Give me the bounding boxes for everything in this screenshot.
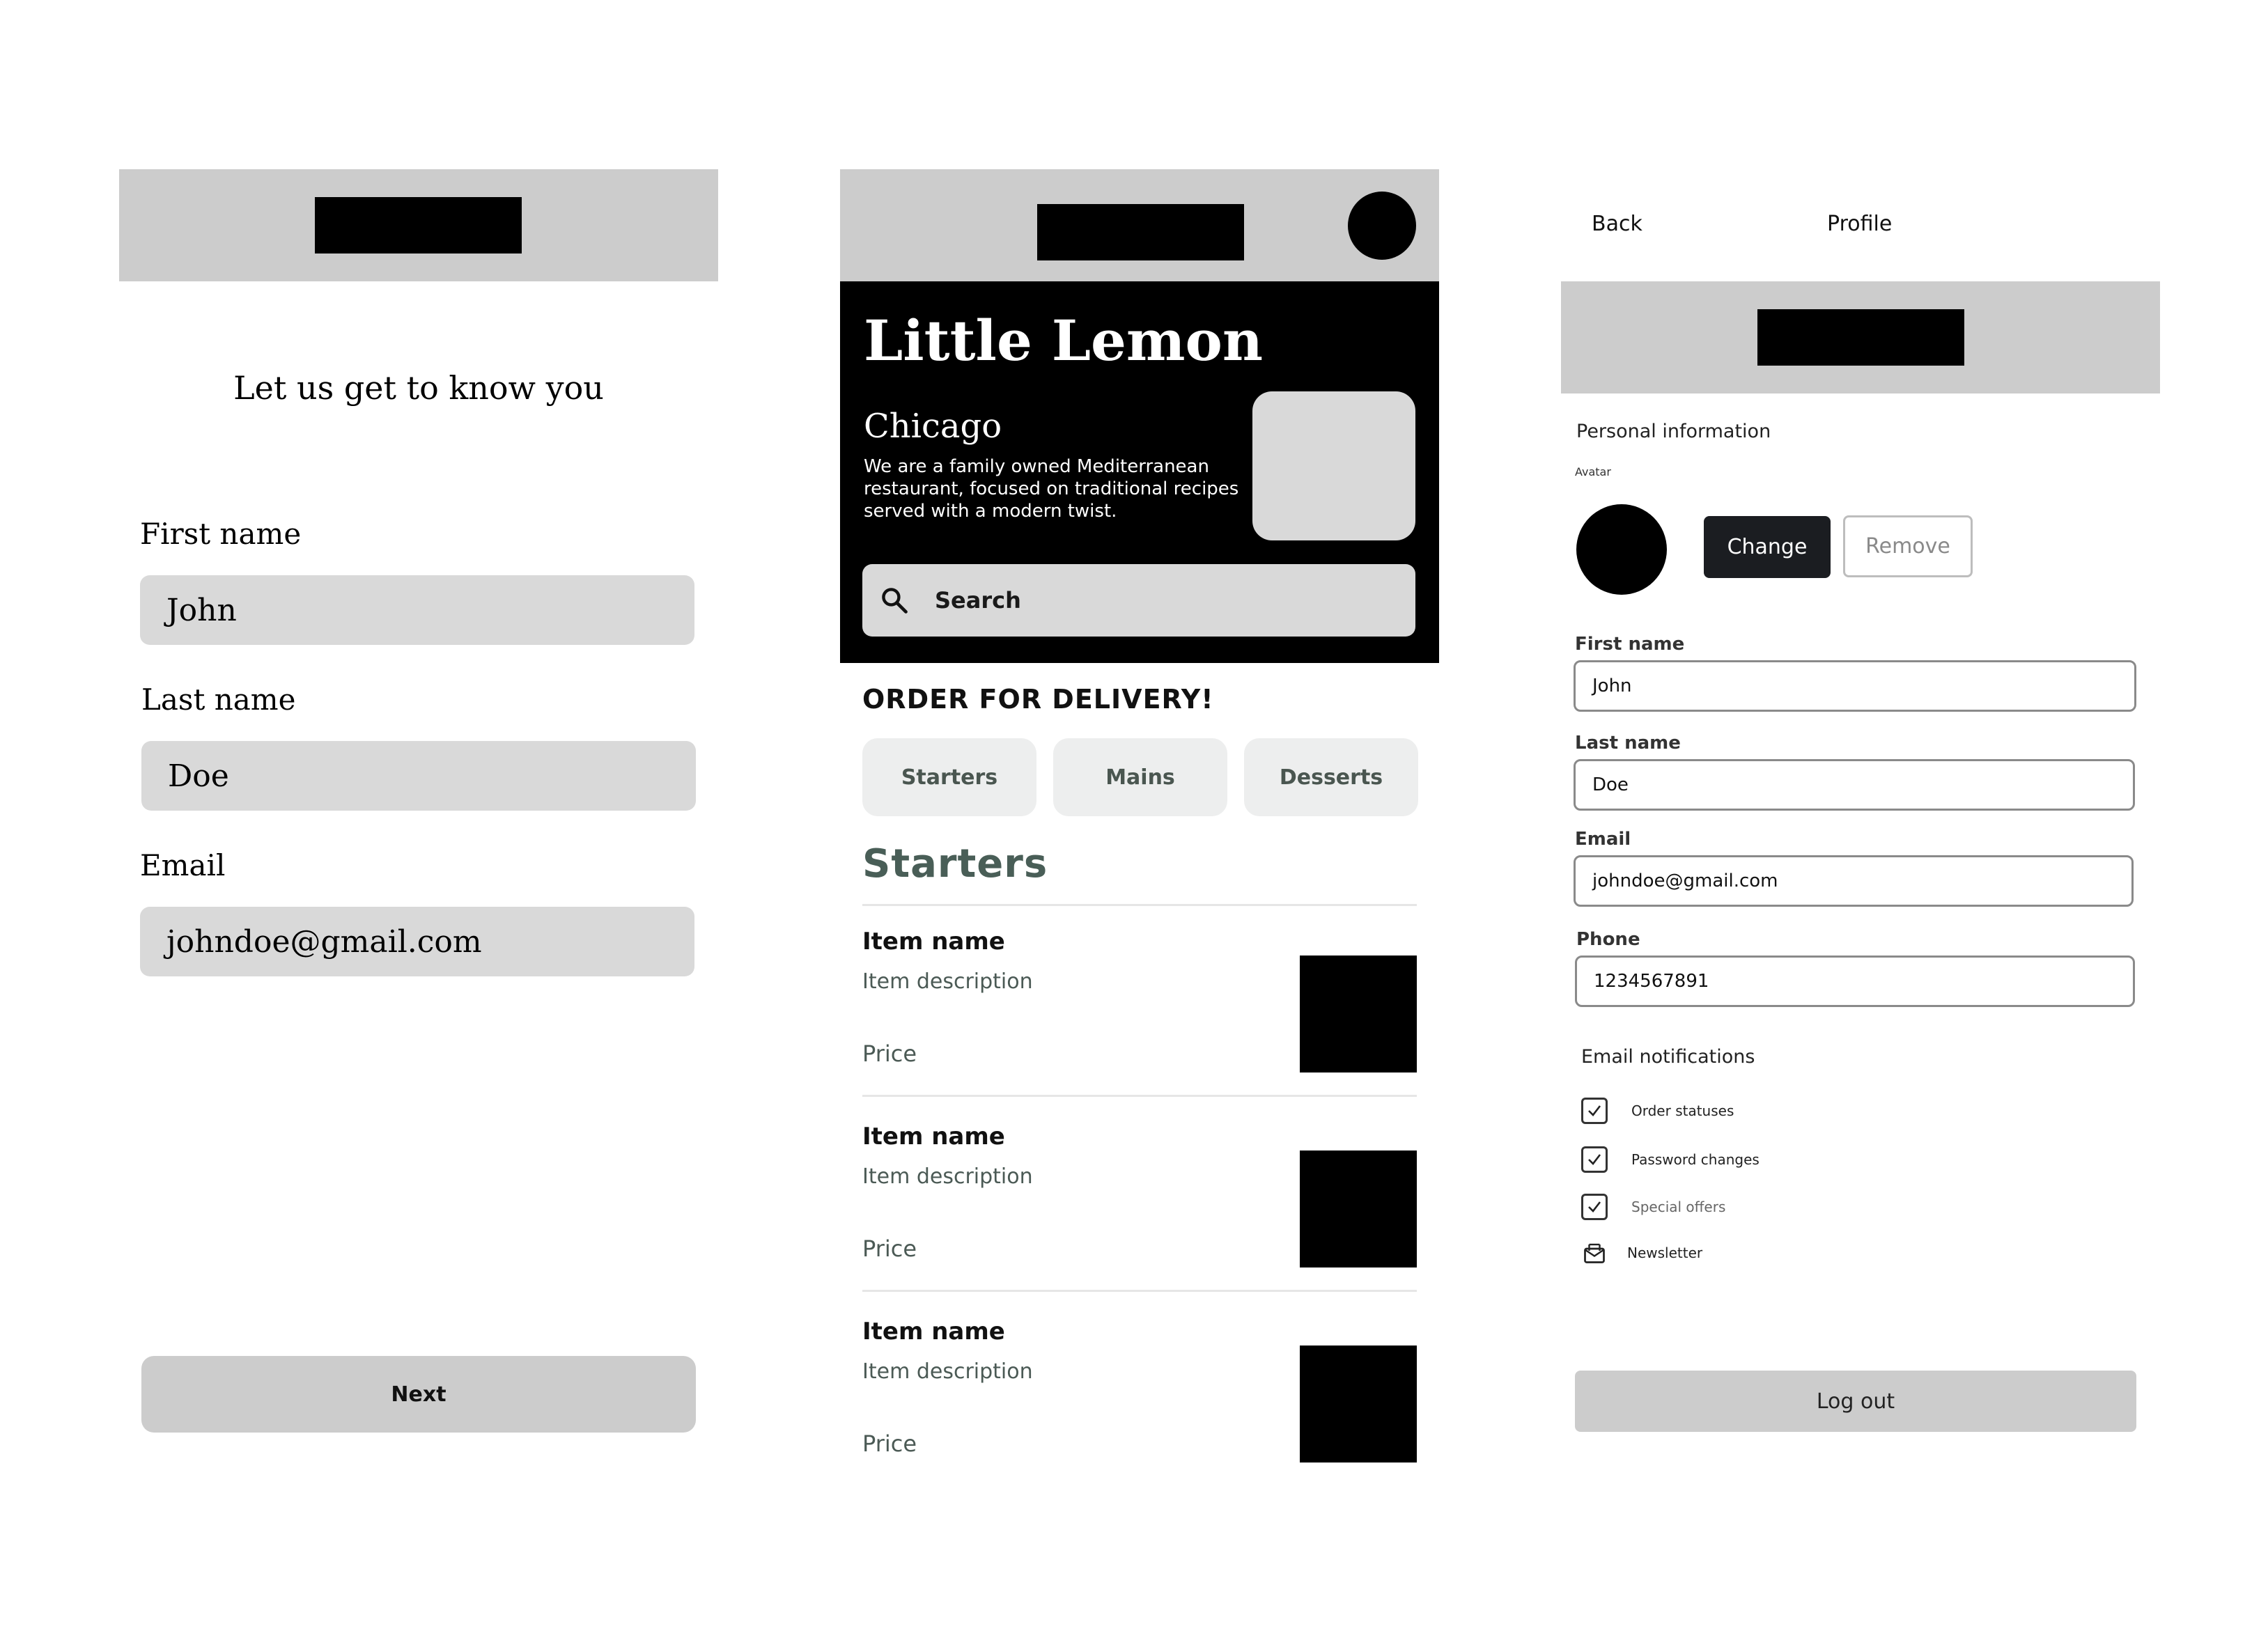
- menu-item-image: [1300, 1346, 1417, 1462]
- profile-last-name-label: Last name: [1575, 733, 1681, 754]
- item-divider: [862, 1095, 1417, 1097]
- item-divider: [862, 1290, 1417, 1292]
- onboarding-logo: [315, 197, 522, 254]
- email-input[interactable]: johndoe@gmail.com: [140, 907, 694, 976]
- check-icon: [1588, 1201, 1601, 1212]
- special-offers-checkbox[interactable]: [1581, 1194, 1608, 1220]
- avatar-label: Avatar: [1575, 465, 1611, 478]
- menu-item-description: Item description: [862, 1164, 1033, 1189]
- home-logo: [1037, 204, 1244, 260]
- menu-item-name: Item name: [862, 928, 1005, 956]
- first-name-input[interactable]: John: [140, 575, 694, 645]
- section-title: Starters: [862, 841, 1048, 887]
- category-desserts-button[interactable]: Desserts: [1244, 738, 1418, 816]
- notification-newsletter[interactable]: Newsletter: [1581, 1240, 1702, 1266]
- menu-item-description: Item description: [862, 1359, 1033, 1384]
- search-bar[interactable]: Search: [862, 564, 1415, 637]
- hero-image: [1252, 391, 1415, 540]
- menu-item-description: Item description: [862, 969, 1033, 994]
- category-mains-button[interactable]: Mains: [1053, 738, 1227, 816]
- profile-phone-label: Phone: [1576, 929, 1640, 950]
- profile-email-input[interactable]: johndoe@gmail.com: [1574, 855, 2134, 907]
- last-name-label: Last name: [141, 682, 296, 717]
- profile-phone-input[interactable]: 1234567891: [1575, 956, 2135, 1007]
- password-changes-checkbox[interactable]: [1581, 1146, 1608, 1173]
- email-label: Email: [140, 848, 226, 882]
- order-heading: ORDER FOR DELIVERY!: [862, 684, 1214, 715]
- search-input[interactable]: Search: [935, 587, 1021, 614]
- hero-banner: Little Lemon Chicago We are a family own…: [840, 281, 1439, 663]
- special-offers-label: Special offers: [1631, 1199, 1726, 1215]
- section-divider: [862, 904, 1417, 906]
- personal-info-heading: Personal information: [1576, 421, 1771, 442]
- logout-button[interactable]: Log out: [1575, 1371, 2136, 1432]
- last-name-input[interactable]: Doe: [141, 741, 696, 811]
- restaurant-description: We are a family owned Mediterranean rest…: [864, 456, 1239, 522]
- first-name-label: First name: [140, 517, 302, 551]
- profile-first-name-label: First name: [1575, 634, 1685, 655]
- profile-title: Profile: [1827, 212, 1893, 236]
- notification-special-offers[interactable]: Special offers: [1581, 1194, 1725, 1220]
- profile-avatar-button[interactable]: [1348, 192, 1416, 260]
- next-button[interactable]: Next: [141, 1356, 696, 1433]
- profile-last-name-input[interactable]: Doe: [1574, 759, 2135, 811]
- remove-avatar-button[interactable]: Remove: [1843, 515, 1973, 577]
- change-avatar-button[interactable]: Change: [1704, 516, 1831, 578]
- newsletter-icon[interactable]: [1581, 1240, 1608, 1266]
- menu-item-price: Price: [862, 1430, 917, 1457]
- menu-item-name: Item name: [862, 1318, 1005, 1346]
- restaurant-name: Little Lemon: [864, 308, 1264, 373]
- check-icon: [1588, 1154, 1601, 1165]
- avatar: [1576, 504, 1667, 595]
- menu-item-price: Price: [862, 1235, 917, 1262]
- order-statuses-label: Order statuses: [1631, 1102, 1734, 1119]
- notification-order-statuses[interactable]: Order statuses: [1581, 1098, 1734, 1124]
- restaurant-city: Chicago: [864, 407, 1002, 446]
- search-icon: [879, 585, 910, 616]
- notification-password-changes[interactable]: Password changes: [1581, 1146, 1760, 1173]
- profile-first-name-input[interactable]: John: [1574, 660, 2136, 712]
- password-changes-label: Password changes: [1631, 1151, 1760, 1168]
- menu-item-price: Price: [862, 1040, 917, 1067]
- onboarding-title: Let us get to know you: [233, 369, 604, 407]
- email-notifications-heading: Email notifications: [1581, 1046, 1755, 1068]
- check-icon: [1588, 1105, 1601, 1116]
- menu-item-image: [1300, 1150, 1417, 1268]
- back-button[interactable]: Back: [1592, 212, 1642, 236]
- menu-item-name: Item name: [862, 1123, 1005, 1150]
- order-statuses-checkbox[interactable]: [1581, 1098, 1608, 1124]
- profile-logo: [1757, 309, 1964, 366]
- profile-email-label: Email: [1575, 829, 1631, 850]
- category-starters-button[interactable]: Starters: [862, 738, 1036, 816]
- newsletter-label: Newsletter: [1627, 1245, 1703, 1261]
- menu-item-image: [1300, 956, 1417, 1072]
